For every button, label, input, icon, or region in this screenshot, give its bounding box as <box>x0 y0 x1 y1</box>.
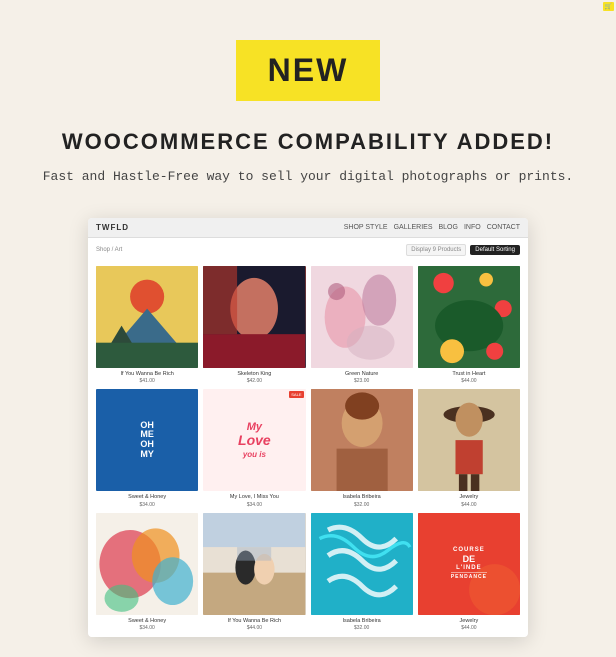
browser-bar: TWFLD SHOP STYLE GALLERIES BLOG INFO CON… <box>88 218 528 238</box>
product-price: $44.00 <box>418 378 520 384</box>
product-title: If You Wanna Be Rich <box>96 371 198 378</box>
product-title: Sweet & Honey <box>96 494 198 501</box>
shop-toolbar: Shop / Art Display 9 Products Default So… <box>96 244 520 256</box>
list-item: Isabela Bribeira $32.00 <box>311 513 413 631</box>
product-price: $41.00 <box>96 378 198 384</box>
product-title: Green Nature <box>311 371 413 378</box>
new-badge-text: NEW <box>268 52 349 88</box>
grid-btn[interactable]: Default Sorting <box>470 245 520 255</box>
headline: WOOCOMMERCE COMPABILITY ADDED! <box>20 129 596 155</box>
product-image-portrait2[interactable] <box>311 389 413 491</box>
product-image-colorful[interactable] <box>96 513 198 615</box>
product-image-love[interactable]: SALE MyLoveyou is <box>203 389 305 491</box>
subheadline: Fast and Hastle-Free way to sell your di… <box>20 167 596 188</box>
product-price: $34.00 <box>203 502 305 508</box>
browser-nav: SHOP STYLE GALLERIES BLOG INFO CONTACT <box>344 224 520 231</box>
product-image-couple[interactable] <box>203 513 305 615</box>
product-title: Jewelry <box>418 618 520 625</box>
product-price: $34.00 <box>96 625 198 631</box>
ohme-text: OHMEOHMY <box>140 421 154 461</box>
nav-item-shop[interactable]: SHOP STYLE <box>344 224 388 231</box>
product-grid-row1: If You Wanna Be Rich $41.00 Skeleton Kin… <box>96 266 520 384</box>
nav-item-blog[interactable]: BLOG <box>439 224 458 231</box>
browser-content: Shop / Art Display 9 Products Default So… <box>88 238 528 637</box>
breadcrumb: Shop / Art <box>96 247 122 253</box>
new-badge: NEW <box>236 40 381 101</box>
product-image-floral[interactable] <box>418 266 520 368</box>
product-image-mountains[interactable] <box>96 266 198 368</box>
list-item: OHMEOHMY Sweet & Honey $34.00 <box>96 389 198 507</box>
product-image-course[interactable]: COURSE DE L'INDE PENDANCE <box>418 513 520 615</box>
sale-badge: SALE <box>289 391 303 398</box>
product-title: Isabela Bribeira <box>311 494 413 501</box>
list-item: Jewelry $44.00 <box>418 389 520 507</box>
product-image-portrait[interactable] <box>203 266 305 368</box>
product-price: $34.00 <box>96 502 198 508</box>
product-price: $44.00 <box>203 625 305 631</box>
product-price: $23.00 <box>311 378 413 384</box>
nav-item-info[interactable]: INFO <box>464 224 481 231</box>
product-grid-row2: OHMEOHMY Sweet & Honey $34.00 SALE MyLov… <box>96 389 520 507</box>
product-price: $42.00 <box>203 378 305 384</box>
list-item: If You Wanna Be Rich $41.00 <box>96 266 198 384</box>
list-item: Isabela Bribeira $32.00 <box>311 389 413 507</box>
list-item: Trust in Heart $44.00 <box>418 266 520 384</box>
hero-section: NEW WOOCOMMERCE COMPABILITY ADDED! Fast … <box>0 0 616 657</box>
product-image-ohme[interactable]: OHMEOHMY <box>96 389 198 491</box>
display-sort[interactable]: Display 9 Products <box>406 244 466 256</box>
product-title: My Love, I Miss You <box>203 494 305 501</box>
product-price: $44.00 <box>418 625 520 631</box>
product-price: $32.00 <box>311 625 413 631</box>
product-title: Isabela Bribeira <box>311 618 413 625</box>
product-image-squiggles[interactable] <box>311 513 413 615</box>
product-title: Jewelry <box>418 494 520 501</box>
product-image-nature[interactable] <box>311 266 413 368</box>
nav-item-contact[interactable]: CONTACT <box>487 224 520 231</box>
browser-mockup: TWFLD SHOP STYLE GALLERIES BLOG INFO CON… <box>88 218 528 637</box>
product-title: If You Wanna Be Rich <box>203 618 305 625</box>
product-title: Trust in Heart <box>418 371 520 378</box>
list-item: Skeleton King $42.00 <box>203 266 305 384</box>
product-title: Sweet & Honey <box>96 618 198 625</box>
product-price: $44.00 <box>418 502 520 508</box>
list-item: If You Wanna Be Rich $44.00 <box>203 513 305 631</box>
nav-item-galleries[interactable]: GALLERIES <box>394 224 433 231</box>
product-price: $32.00 <box>311 502 413 508</box>
list-item: Green Nature $23.00 <box>311 266 413 384</box>
love-text: MyLoveyou is <box>234 417 275 465</box>
list-item: Sweet & Honey $34.00 <box>96 513 198 631</box>
product-image-cowboy[interactable] <box>418 389 520 491</box>
list-item: COURSE DE L'INDE PENDANCE Jewelry $44.00 <box>418 513 520 631</box>
toolbar-right: Display 9 Products Default Sorting <box>406 244 520 256</box>
product-title: Skeleton King <box>203 371 305 378</box>
list-item: SALE MyLoveyou is My Love, I Miss You $3… <box>203 389 305 507</box>
product-grid-row3: Sweet & Honey $34.00 <box>96 513 520 631</box>
browser-logo: TWFLD <box>96 223 129 232</box>
course-text: COURSE DE L'INDE PENDANCE <box>447 513 491 615</box>
